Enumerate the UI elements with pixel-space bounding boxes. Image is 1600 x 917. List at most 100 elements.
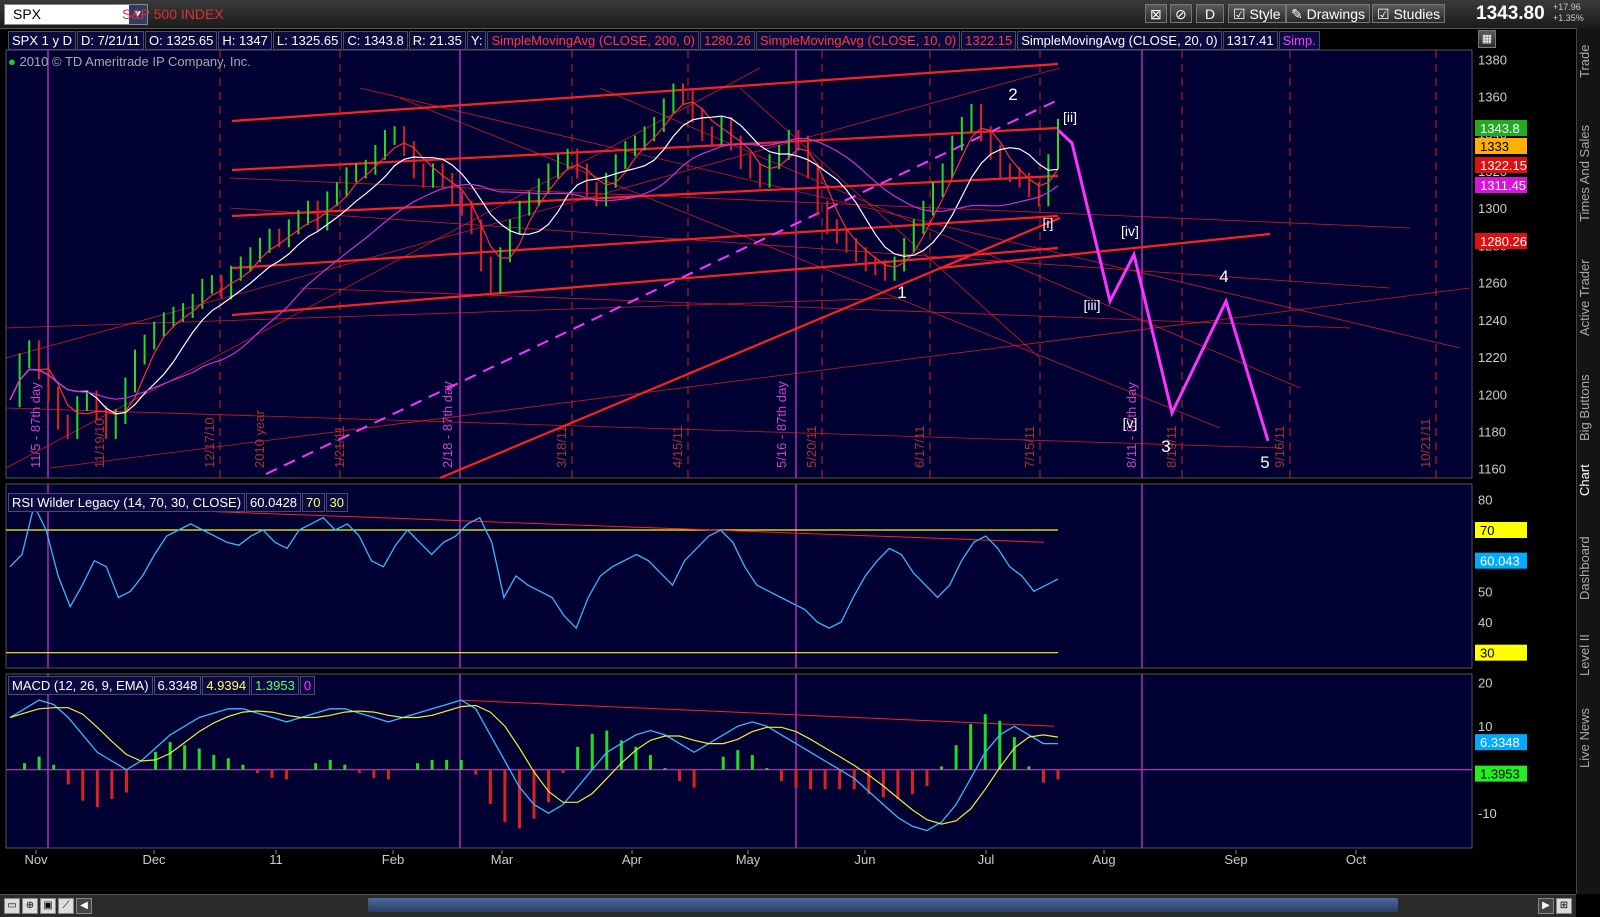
studies-label: Studies [1393, 6, 1441, 22]
month-label: Aug [1092, 852, 1115, 867]
sma200-label[interactable]: SimpleMovingAvg (CLOSE, 200, 0) [487, 31, 699, 50]
macd-histogram-bar [678, 769, 682, 782]
macd-histogram-bar [488, 769, 492, 804]
scroll-left-icon[interactable]: ◀ [76, 898, 92, 914]
wave-label: 3 [1161, 437, 1170, 456]
date-label: 2010 year [252, 410, 267, 468]
macd-histogram-bar [154, 751, 158, 770]
price-axis-label: 1160 [1478, 462, 1506, 477]
rsi-label[interactable]: RSI Wilder Legacy (14, 70, 30, CLOSE) [8, 493, 246, 512]
macd-histogram-bar [285, 769, 289, 780]
macd-histogram-bar [736, 750, 740, 770]
last-price: 1343.80 [1476, 3, 1545, 24]
macd-histogram-bar [648, 755, 652, 770]
drawing-tool-icon[interactable]: ⟋ [58, 898, 74, 914]
macd-histogram-bar [1041, 769, 1045, 783]
chart-settings-icon[interactable]: ▦ [1478, 30, 1496, 48]
studies-button[interactable]: ☑ Studies [1372, 4, 1446, 23]
macd-histogram-bar [183, 745, 187, 770]
timeframe-button[interactable]: D [1196, 4, 1224, 23]
macd-zero: 0 [299, 676, 316, 695]
tab-times-and-sales[interactable]: Times And Sales [1577, 108, 1600, 238]
price-flag-label: 1322.15 [1480, 158, 1527, 173]
sma20-label[interactable]: SimpleMovingAvg (CLOSE, 20, 0) [1017, 31, 1222, 50]
macd-histogram-bar [663, 768, 667, 770]
macd-flag-label: 6.3348 [1480, 735, 1520, 750]
macd-histogram-bar [881, 769, 885, 798]
month-label: Sep [1224, 852, 1247, 867]
tab-live-news[interactable]: Live News [1577, 693, 1600, 783]
price-panel [5, 49, 1473, 479]
header-open: O: 1325.65 [145, 31, 218, 50]
tab-trade[interactable]: Trade [1577, 36, 1600, 86]
drawings-button[interactable]: ✎ Drawings [1286, 4, 1370, 23]
wave-label: 4 [1219, 267, 1228, 286]
zoom-out-icon[interactable]: ▭ [4, 898, 20, 914]
macd-histogram-bar [1027, 766, 1031, 770]
sma10-label[interactable]: SimpleMovingAvg (CLOSE, 10, 0) [755, 31, 961, 50]
macd-histogram-bar [372, 769, 376, 778]
date-label: 5/20/11 [804, 426, 819, 468]
rsi-axis-label: 50 [1478, 584, 1492, 599]
macd-histogram-bar [750, 755, 754, 770]
chart-canvas[interactable]: Nov Dec 11 Feb Mar Apr May Jun Jul Aug Sep Oct13801… [0, 28, 1576, 894]
style-button[interactable]: ☑ Style [1228, 4, 1286, 23]
scroll-thumb[interactable] [368, 898, 1398, 912]
sma10-value: 1322.15 [961, 31, 1017, 50]
tab-level-ii[interactable]: Level II [1577, 618, 1600, 693]
tab-active-trader[interactable]: Active Trader [1577, 243, 1600, 353]
month-label: May [736, 852, 761, 867]
date-label: 5/16 - 87th day [774, 381, 789, 468]
price-flag-label: 1333 [1480, 139, 1509, 154]
tab-big-buttons[interactable]: Big Buttons [1577, 358, 1600, 458]
rsi-value: 60.0428 [246, 493, 302, 512]
macd-flag-label: 1.3953 [1480, 767, 1520, 782]
tab-chart[interactable]: Chart [1577, 453, 1600, 508]
macd-histogram-bar [532, 769, 536, 819]
price-axis-label: 1360 [1478, 90, 1507, 105]
macd-histogram-bar [168, 741, 172, 770]
price-axis-label: 1380 [1478, 52, 1507, 67]
macd-histogram-bar [605, 730, 609, 770]
macd-histogram-bar [255, 769, 259, 773]
zoom-fit-icon[interactable]: ▣ [40, 898, 56, 914]
horizontal-scrollbar[interactable]: ▭ ⊕ ▣ ⟋ ◀ ▶ ⊞ [0, 894, 1576, 917]
macd-histogram-bar [23, 763, 27, 770]
macd-histogram-bar [809, 769, 813, 790]
wave-label: [ii] [1063, 109, 1077, 125]
copyright-text: 2010 © TD Ameritrade IP Company, Inc. [19, 54, 251, 69]
macd-avg: 4.9394 [202, 676, 251, 695]
rsi-axis-label: 40 [1478, 615, 1492, 630]
price-flag-label: 1280.26 [1480, 234, 1527, 249]
macd-histogram-bar [576, 746, 580, 770]
month-label: Jun [855, 852, 876, 867]
macd-histogram-bar [197, 748, 201, 770]
zoom-in-icon[interactable]: ⊕ [22, 898, 38, 914]
macd-histogram-bar [124, 769, 128, 793]
month-label: Nov [24, 852, 48, 867]
macd-histogram-bar [503, 769, 507, 822]
macd-histogram-bar [925, 769, 929, 787]
expand-icon[interactable]: ⊞ [1556, 898, 1572, 914]
macd-histogram-bar [270, 769, 274, 778]
link-icon[interactable]: ⊘ [1170, 4, 1192, 23]
date-label: 10/21/11 [1418, 418, 1433, 468]
macd-histogram-bar [241, 764, 245, 770]
macd-histogram-bar [954, 745, 958, 770]
macd-histogram-bar [328, 759, 332, 770]
macd-histogram-bar [474, 769, 478, 775]
top-toolbar: SPX ▼ S&P 500 INDEX ⊠ ⊘ D ☑ Style ✎ Draw… [0, 0, 1600, 29]
crosshair-icon[interactable]: ⊠ [1145, 4, 1167, 23]
macd-label[interactable]: MACD (12, 26, 9, EMA) [8, 676, 153, 695]
tab-dashboard[interactable]: Dashboard [1577, 523, 1600, 613]
header-close: C: 1343.8 [343, 31, 408, 50]
price-axis-label: 1260 [1478, 276, 1507, 291]
scroll-right-icon[interactable]: ▶ [1538, 898, 1554, 914]
header-high: H: 1347 [218, 31, 272, 50]
macd-histogram-bar [110, 769, 114, 800]
macd-histogram-bar [343, 764, 347, 770]
macd-histogram-bar [692, 769, 696, 788]
price-axis-label: 1200 [1478, 387, 1507, 402]
more-studies-label[interactable]: Simp. [1278, 31, 1320, 50]
style-icon: ☑ [1233, 6, 1250, 22]
